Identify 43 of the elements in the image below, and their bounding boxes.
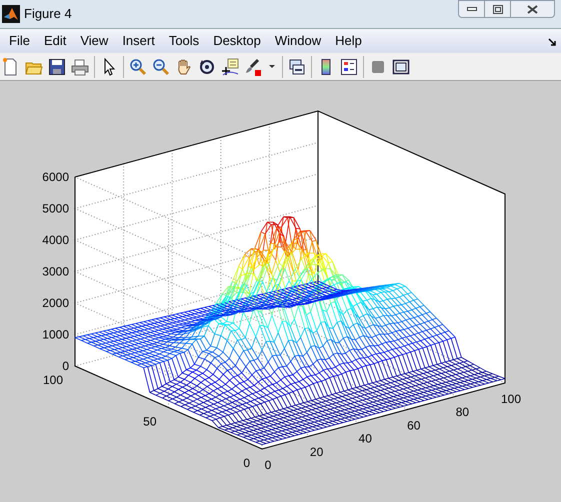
maximize-icon [492,4,502,14]
z-tick-label: 3000 [42,264,69,278]
rotate-3d-icon[interactable] [198,58,216,76]
x-tick-label: 20 [310,444,324,459]
zoom-in-icon[interactable] [129,58,147,76]
close-icon [527,4,538,14]
maximize-button[interactable] [485,0,511,18]
zoom-out-icon[interactable] [152,58,170,76]
minimize-icon [466,7,476,11]
linked-windows-icon[interactable] [288,58,306,76]
x-tick-label: 60 [407,418,420,432]
z-tick-label: 2000 [42,296,69,310]
window-title: Figure 4 [24,5,72,24]
z-tick-label: 4000 [42,233,69,247]
menu-item[interactable]: View [73,31,116,51]
window-panel-icon[interactable] [392,58,410,76]
menu-item[interactable]: Desktop [206,31,268,51]
x-tick-label: 40 [358,432,372,446]
minimize-button[interactable] [458,0,485,18]
menu-item[interactable]: Insert [115,31,162,51]
z-tick-label: 5000 [42,202,69,216]
x-tick-label: 80 [456,405,470,420]
save-icon[interactable] [48,58,66,76]
brush-icon[interactable] [244,58,262,76]
z-tick-label: 1000 [42,328,69,342]
y-tick-label: 100 [42,373,63,387]
legend-icon[interactable] [340,58,358,76]
menu-item[interactable]: Tools [162,31,206,51]
x-tick-label: 100 [500,392,522,406]
y-tick-label: 50 [143,414,156,428]
menu-item[interactable]: File [2,31,37,51]
z-tick-label: 6000 [42,170,69,184]
menu-item[interactable]: Edit [36,31,74,51]
print-icon[interactable] [71,58,89,76]
z-tick-label: 0 [62,359,69,373]
close-button[interactable] [511,0,555,18]
menu-item[interactable]: Help [328,31,369,51]
y-tick-label: 0 [243,456,250,470]
dock-arrow-icon[interactable] [548,38,556,46]
menu-item[interactable]: Window [268,31,328,51]
app-logo-icon [2,5,20,23]
data-cursor-icon[interactable] [221,58,239,76]
x-tick-label: 0 [264,458,272,472]
